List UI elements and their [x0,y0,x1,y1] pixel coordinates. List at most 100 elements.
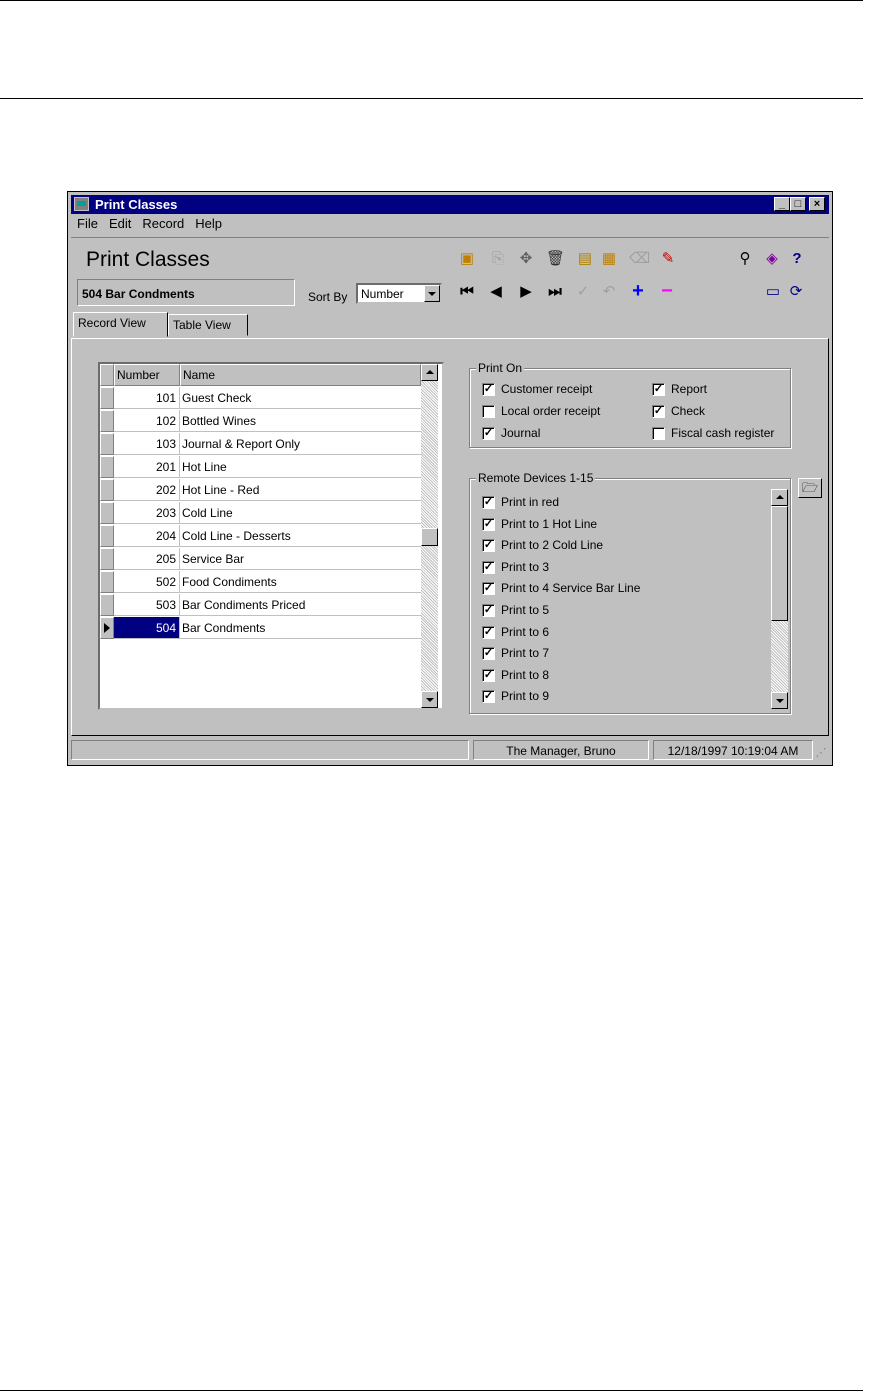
prev-record-icon[interactable]: ◀ [487,283,505,301]
next-record-icon[interactable]: ▶ [517,283,535,301]
paste-icon[interactable]: ▤ [576,250,594,268]
open-folder-button[interactable]: 🗁 [798,478,822,498]
scroll-up-button[interactable] [421,364,438,381]
checkbox[interactable]: ✓ [482,690,495,704]
cell-name[interactable]: Hot Line - Red [180,479,421,501]
checkbox[interactable]: ✓ [482,427,495,440]
report-icon[interactable]: ▦ [600,250,618,268]
checkbox[interactable]: ✓ [482,647,495,661]
checkbox-label: Print to 3 [501,559,550,574]
cell-name[interactable]: Hot Line [180,456,421,478]
monitor-icon[interactable]: ▭ [764,283,782,301]
cell-name[interactable]: Journal & Report Only [180,433,421,455]
checkbox-label: Print to 7 [501,646,550,661]
menu-record[interactable]: Record [142,216,184,231]
cell-name[interactable]: Guest Check [180,387,421,409]
commit-icon[interactable]: ✓ [574,283,592,301]
sort-by-select[interactable]: Number [356,283,442,304]
checkbox[interactable] [482,405,495,418]
cell-name[interactable]: Food Condiments [180,571,421,593]
menu-file[interactable]: File [77,216,98,231]
checkbox[interactable]: ✓ [482,383,495,396]
row-indicator[interactable] [100,502,114,524]
cell-name[interactable]: Cold Line - Desserts [180,525,421,547]
print-class-grid[interactable]: Number Name 101 Guest Check 102 Bottled Win… [98,362,444,710]
last-record-icon[interactable]: ⏭ [546,283,564,301]
row-indicator[interactable] [100,525,114,547]
toolbar-area: Print Classes 504 Bar Condments Sort By … [71,237,829,310]
cell-name[interactable]: Cold Line [180,502,421,524]
checkbox[interactable]: ✓ [482,539,495,553]
edit-icon[interactable]: ✎ [659,250,677,268]
cell-number[interactable]: 201 [114,456,180,478]
menu-help[interactable]: Help [195,216,222,231]
cell-number[interactable]: 203 [114,502,180,524]
scroll-down-button[interactable] [421,691,438,708]
tab-record-view[interactable]: Record View [73,312,168,337]
row-indicator[interactable] [100,456,114,478]
minimize-button[interactable]: _ [774,197,790,211]
cell-number[interactable]: 502 [114,571,180,593]
checkbox[interactable]: ✓ [482,625,495,639]
cell-name[interactable]: Bar Condments [180,617,421,639]
remote-scroll-thumb[interactable] [771,506,788,621]
checkbox[interactable]: ✓ [482,582,495,596]
remote-scroll-up-button[interactable] [771,489,788,506]
find-icon[interactable]: ⚲ [736,250,754,268]
column-header-number[interactable]: Number [114,364,180,386]
remote-scroll-down-button[interactable] [771,692,788,709]
cell-name[interactable]: Service Bar [180,548,421,570]
new-record-icon[interactable]: ▣ [458,250,476,268]
clear-icon[interactable]: ⌫ [629,250,650,268]
resize-grip-icon[interactable]: ⋰ [815,744,827,759]
title-bar[interactable]: Print Classes _ □ × [71,195,829,214]
checkbox[interactable]: ✓ [482,604,495,617]
checkbox[interactable]: ✓ [482,668,495,682]
row-indicator[interactable] [100,387,114,409]
checkbox[interactable]: ✓ [652,405,665,418]
grid-scrollbar[interactable] [421,364,438,708]
row-indicator[interactable] [100,548,114,570]
row-indicator[interactable] [100,571,114,593]
maximize-button[interactable]: □ [790,197,806,211]
app-icon[interactable] [74,197,89,211]
cell-number[interactable]: 202 [114,479,180,501]
cell-number[interactable]: 103 [114,433,180,455]
help-book-icon[interactable]: ◈ [763,250,781,268]
checkbox[interactable] [652,427,665,440]
column-header-name[interactable]: Name [180,364,421,386]
first-record-icon[interactable]: ⏮ [458,283,476,301]
cell-number[interactable]: 205 [114,548,180,570]
row-indicator[interactable] [100,433,114,455]
delete-icon[interactable]: 🗑 [546,250,565,268]
cell-number[interactable]: 101 [114,387,180,409]
current-row-indicator[interactable] [100,617,114,639]
remote-devices-scrollbar[interactable] [771,489,788,709]
row-indicator[interactable] [100,479,114,501]
cell-name[interactable]: Bottled Wines [180,410,421,432]
cell-number[interactable]: 504 [114,617,180,639]
cell-number[interactable]: 503 [114,594,180,616]
row-indicator[interactable] [100,594,114,616]
find-replace-icon[interactable]: ✥ [517,250,535,268]
copy-icon[interactable]: ⎘ [489,250,507,268]
checkbox[interactable]: ✓ [652,383,665,396]
refresh-icon[interactable]: ⟳ [787,283,805,301]
checkbox[interactable]: ✓ [482,560,495,574]
close-button[interactable]: × [809,197,825,211]
chevron-down-icon[interactable] [424,285,440,302]
cell-number[interactable]: 204 [114,525,180,547]
checkbox[interactable]: ✓ [482,517,495,531]
row-indicator[interactable] [100,410,114,432]
menu-bar: File Edit Record Help [71,216,233,234]
add-icon[interactable]: + [629,281,647,301]
undo-icon[interactable]: ↶ [600,283,618,301]
tab-table-view[interactable]: Table View [168,314,248,336]
cell-name[interactable]: Bar Condiments Priced [180,594,421,616]
context-help-icon[interactable]: ? [788,250,806,268]
cell-number[interactable]: 102 [114,410,180,432]
menu-edit[interactable]: Edit [109,216,131,231]
scroll-thumb[interactable] [421,528,438,546]
remove-icon[interactable]: − [658,281,676,301]
checkbox[interactable]: ✓ [482,496,495,509]
